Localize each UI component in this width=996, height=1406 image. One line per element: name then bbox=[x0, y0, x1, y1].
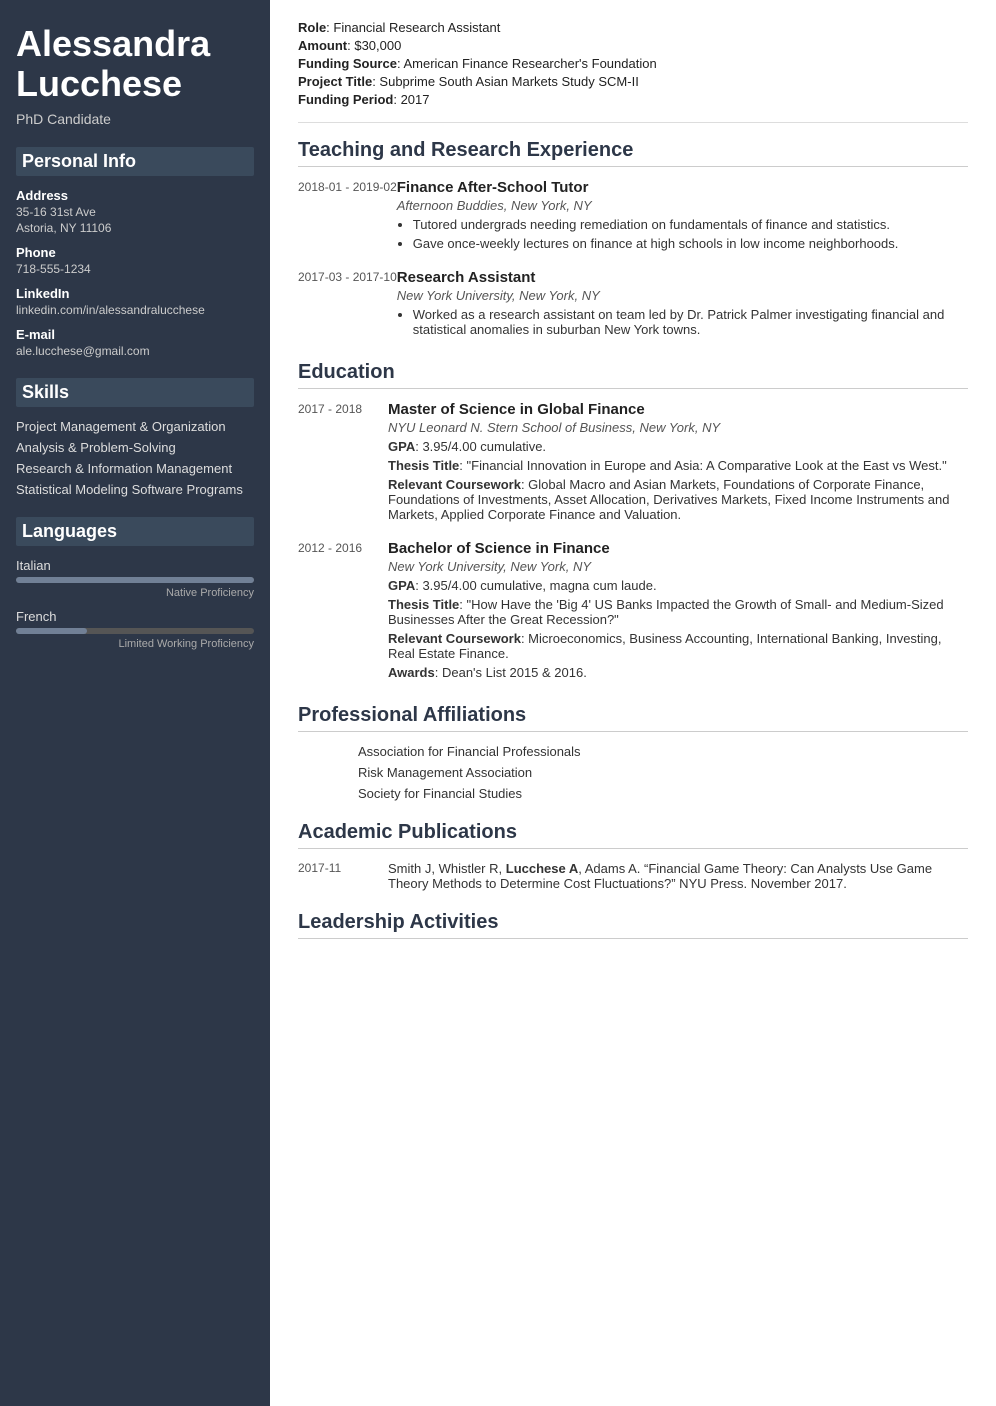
skill-item: Research & Information Management bbox=[16, 461, 254, 476]
amount-label: Amount bbox=[298, 38, 347, 53]
italian-level: Native Proficiency bbox=[16, 587, 254, 599]
french-level: Limited Working Proficiency bbox=[16, 638, 254, 650]
phone-value: 718-555-1234 bbox=[16, 262, 254, 276]
teaching-institution-0: Afternoon Buddies, New York, NY bbox=[397, 198, 968, 213]
teaching-entry-1: 2017-03 - 2017-10 Research Assistant New… bbox=[298, 269, 968, 341]
education-content-0: Master of Science in Global Finance NYU … bbox=[388, 401, 968, 526]
publications-section-title: Academic Publications bbox=[298, 821, 968, 849]
teaching-content-1: Research Assistant New York University, … bbox=[397, 269, 968, 341]
amount-value: $30,000 bbox=[354, 38, 401, 53]
education-thesis-0: Thesis Title: "Financial Innovation in E… bbox=[388, 458, 968, 473]
email-label: E-mail bbox=[16, 327, 254, 342]
publication-date-0: 2017-11 bbox=[298, 861, 388, 891]
funding-source-value: American Finance Researcher's Foundation bbox=[403, 56, 656, 71]
project-title-value: Subprime South Asian Markets Study SCM-I… bbox=[379, 74, 638, 89]
education-entry-1: 2012 - 2016 Bachelor of Science in Finan… bbox=[298, 540, 968, 684]
education-title-1: Bachelor of Science in Finance bbox=[388, 540, 968, 557]
teaching-title-0: Finance After-School Tutor bbox=[397, 179, 968, 196]
linkedin-label: LinkedIn bbox=[16, 286, 254, 301]
publication-entry-0: 2017-11 Smith J, Whistler R, Lucchese A,… bbox=[298, 861, 968, 891]
teaching-date-0: 2018-01 - 2019-02 bbox=[298, 179, 397, 255]
education-content-1: Bachelor of Science in Finance New York … bbox=[388, 540, 968, 684]
italian-bar-bg bbox=[16, 577, 254, 583]
teaching-bullets-1: Worked as a research assistant on team l… bbox=[413, 307, 968, 337]
education-gpa-0: GPA: 3.95/4.00 cumulative. bbox=[388, 439, 968, 454]
education-gpa-1: GPA: 3.95/4.00 cumulative, magna cum lau… bbox=[388, 578, 968, 593]
education-date-1: 2012 - 2016 bbox=[298, 540, 388, 684]
teaching-bullet: Gave once-weekly lectures on finance at … bbox=[413, 236, 968, 251]
language-name-french: French bbox=[16, 609, 254, 624]
skill-item: Statistical Modeling Software Programs bbox=[16, 482, 254, 497]
education-thesis-1: Thesis Title: "How Have the 'Big 4' US B… bbox=[388, 597, 968, 627]
languages-section-title: Languages bbox=[16, 517, 254, 546]
candidate-title: PhD Candidate bbox=[16, 111, 254, 127]
publication-content-0: Smith J, Whistler R, Lucchese A, Adams A… bbox=[388, 861, 968, 891]
project-title-line: Project Title: Subprime South Asian Mark… bbox=[298, 74, 968, 89]
publication-text-before: Smith J, Whistler R, bbox=[388, 861, 506, 876]
affiliations-list: Association for Financial Professionals … bbox=[298, 744, 968, 801]
education-title-0: Master of Science in Global Finance bbox=[388, 401, 968, 418]
teaching-title-1: Research Assistant bbox=[397, 269, 968, 286]
education-date-0: 2017 - 2018 bbox=[298, 401, 388, 526]
education-section-title: Education bbox=[298, 361, 968, 389]
publication-author-bold: Lucchese A bbox=[506, 861, 579, 876]
teaching-date-1: 2017-03 - 2017-10 bbox=[298, 269, 397, 341]
language-name-italian: Italian bbox=[16, 558, 254, 573]
affiliation-2: Society for Financial Studies bbox=[358, 786, 968, 801]
role-label: Role bbox=[298, 20, 326, 35]
teaching-entry-0: 2018-01 - 2019-02 Finance After-School T… bbox=[298, 179, 968, 255]
teaching-bullets-0: Tutored undergrads needing remediation o… bbox=[413, 217, 968, 251]
top-info-block: Role: Financial Research Assistant Amoun… bbox=[298, 20, 968, 123]
teaching-bullet: Worked as a research assistant on team l… bbox=[413, 307, 968, 337]
affiliations-section: Professional Affiliations Association fo… bbox=[298, 704, 968, 801]
skill-item: Analysis & Problem-Solving bbox=[16, 440, 254, 455]
project-title-label: Project Title bbox=[298, 74, 372, 89]
leadership-section: Leadership Activities bbox=[298, 911, 968, 939]
skill-item: Project Management & Organization bbox=[16, 419, 254, 434]
skills-list: Project Management & Organization Analys… bbox=[16, 419, 254, 497]
funding-source-line: Funding Source: American Finance Researc… bbox=[298, 56, 968, 71]
affiliations-section-title: Professional Affiliations bbox=[298, 704, 968, 732]
education-entry-0: 2017 - 2018 Master of Science in Global … bbox=[298, 401, 968, 526]
italian-bar-fill bbox=[16, 577, 254, 583]
sidebar: Alessandra Lucchese PhD Candidate Person… bbox=[0, 0, 270, 1406]
personal-info-section-title: Personal Info bbox=[16, 147, 254, 176]
role-line: Role: Financial Research Assistant bbox=[298, 20, 968, 35]
funding-period-value: 2017 bbox=[401, 92, 430, 107]
teaching-institution-1: New York University, New York, NY bbox=[397, 288, 968, 303]
affiliation-1: Risk Management Association bbox=[358, 765, 968, 780]
affiliation-0: Association for Financial Professionals bbox=[358, 744, 968, 759]
funding-source-label: Funding Source bbox=[298, 56, 397, 71]
publications-section: Academic Publications 2017-11 Smith J, W… bbox=[298, 821, 968, 891]
education-coursework-1: Relevant Coursework: Microeconomics, Bus… bbox=[388, 631, 968, 661]
teaching-section-title: Teaching and Research Experience bbox=[298, 139, 968, 167]
french-bar-fill bbox=[16, 628, 87, 634]
email-value: ale.lucchese@gmail.com bbox=[16, 344, 254, 358]
address-line1: 35-16 31st Ave bbox=[16, 205, 254, 219]
linkedin-value: linkedin.com/in/alessandralucchese bbox=[16, 303, 254, 317]
main-content: Role: Financial Research Assistant Amoun… bbox=[270, 0, 996, 1406]
teaching-content-0: Finance After-School Tutor Afternoon Bud… bbox=[397, 179, 968, 255]
french-bar-bg bbox=[16, 628, 254, 634]
funding-period-line: Funding Period: 2017 bbox=[298, 92, 968, 107]
candidate-name: Alessandra Lucchese bbox=[16, 24, 254, 103]
teaching-bullet: Tutored undergrads needing remediation o… bbox=[413, 217, 968, 232]
funding-period-label: Funding Period bbox=[298, 92, 393, 107]
education-institution-1: New York University, New York, NY bbox=[388, 559, 968, 574]
languages-list: Italian Native Proficiency French Limite… bbox=[16, 558, 254, 650]
phone-label: Phone bbox=[16, 245, 254, 260]
education-awards-1: Awards: Dean's List 2015 & 2016. bbox=[388, 665, 968, 680]
address-label: Address bbox=[16, 188, 254, 203]
address-line2: Astoria, NY 11106 bbox=[16, 221, 254, 235]
education-coursework-0: Relevant Coursework: Global Macro and As… bbox=[388, 477, 968, 522]
skills-section-title: Skills bbox=[16, 378, 254, 407]
amount-line: Amount: $30,000 bbox=[298, 38, 968, 53]
education-section: Education 2017 - 2018 Master of Science … bbox=[298, 361, 968, 684]
role-value: Financial Research Assistant bbox=[333, 20, 500, 35]
education-institution-0: NYU Leonard N. Stern School of Business,… bbox=[388, 420, 968, 435]
teaching-section: Teaching and Research Experience 2018-01… bbox=[298, 139, 968, 341]
leadership-section-title: Leadership Activities bbox=[298, 911, 968, 939]
